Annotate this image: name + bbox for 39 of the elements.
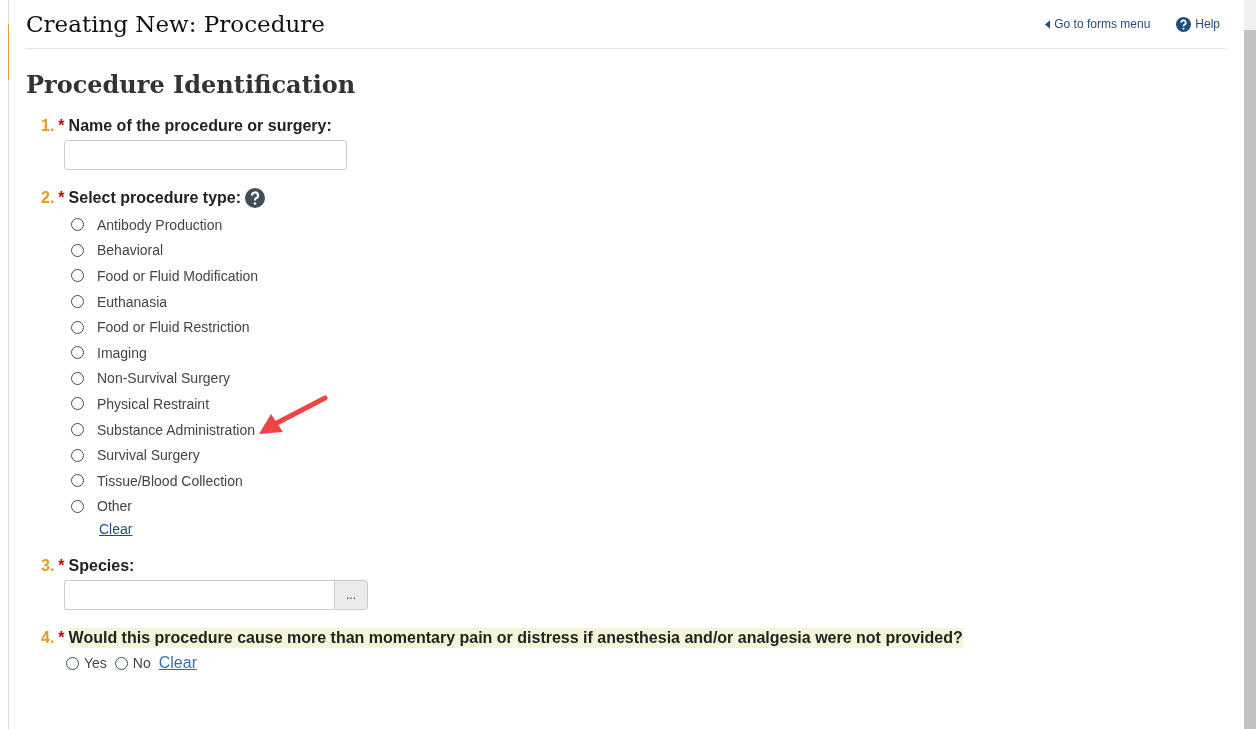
option-label[interactable]: No (132, 655, 151, 672)
back-link[interactable]: Go to forms menu (1045, 16, 1151, 32)
option-label[interactable]: Imaging (97, 344, 147, 361)
option-label[interactable]: Behavioral (97, 242, 164, 259)
question-label: Would this procedure cause more than momentary pain or distress if anesthesia and/or analgesia were not provided? (68, 628, 963, 649)
question-number: 1. (41, 117, 55, 135)
required-marker: * (58, 557, 65, 576)
section-title: Procedure Identification (26, 70, 357, 99)
help-icon (1176, 16, 1192, 32)
question-label: Species: (68, 556, 135, 577)
clear-link[interactable]: Clear (158, 654, 197, 673)
browse-button[interactable]: ... (334, 580, 368, 611)
required-marker: * (58, 189, 65, 207)
option-label[interactable]: Physical Restraint (97, 395, 210, 412)
option-label[interactable]: Food or Fluid Modification (97, 268, 259, 284)
option-label[interactable]: Euthanasia (97, 293, 168, 310)
species-field[interactable] (64, 580, 334, 611)
input-field[interactable] (64, 140, 347, 170)
option-label[interactable]: Antibody Production (97, 216, 223, 233)
question-number: 2. (41, 189, 55, 207)
help-link[interactable]: Help (1176, 16, 1220, 32)
option-label[interactable]: Other (97, 498, 132, 515)
scrollbar[interactable] (1244, 0, 1256, 729)
option-label[interactable]: Tissue/Blood Collection (97, 472, 243, 489)
page-title: Creating New: Procedure (26, 11, 325, 37)
option-label[interactable]: Yes (84, 655, 107, 672)
option-label[interactable]: Survival Surgery (97, 447, 200, 464)
option-label[interactable]: Non-Survival Surgery (97, 370, 231, 387)
question-number: 3. (41, 557, 55, 576)
help-icon[interactable] (245, 188, 266, 208)
required-marker: * (58, 629, 65, 648)
question-label: Select procedure type: (68, 188, 242, 208)
question-label: Name of the procedure or surgery: (68, 116, 332, 136)
option-label[interactable]: Substance Administration (97, 421, 255, 438)
caret-icon (1045, 19, 1051, 29)
clear-link[interactable]: Clear (99, 521, 133, 538)
question-number: 4. (41, 629, 55, 648)
option-label[interactable]: Food or Fluid Restriction (97, 319, 250, 336)
required-marker: * (58, 117, 65, 135)
